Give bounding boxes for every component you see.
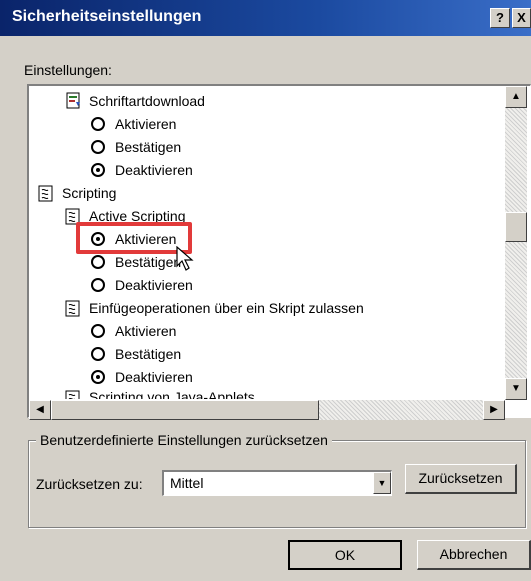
settings-label: Einstellungen: (24, 62, 112, 78)
radio-button[interactable] (91, 347, 105, 361)
tree-group-einfuegeoperationen[interactable]: Einfügeoperationen über ein Skript zulas… (64, 297, 364, 319)
script-icon (64, 299, 82, 317)
reset-level-value: Mittel (170, 475, 204, 491)
vertical-scroll-thumb[interactable] (505, 212, 527, 242)
cancel-button[interactable]: Abbrechen (417, 540, 531, 570)
option-deaktivieren[interactable]: Deaktivieren (91, 274, 193, 296)
reset-level-select[interactable]: Mittel ▼ (162, 470, 392, 496)
script-icon (37, 184, 55, 202)
reset-group-legend: Benutzerdefinierte Einstellungen zurücks… (36, 432, 332, 448)
scroll-down-button[interactable]: ▼ (505, 378, 527, 400)
radio-button[interactable] (91, 278, 105, 292)
option-deaktivieren[interactable]: Deaktivieren (91, 159, 193, 181)
vertical-scrollbar[interactable] (505, 86, 527, 400)
option-bestaetigen[interactable]: Bestätigen (91, 136, 181, 158)
horizontal-scroll-thumb[interactable] (51, 400, 319, 420)
option-label: Deaktivieren (115, 369, 193, 385)
tree-label: Schriftartdownload (89, 93, 205, 109)
ok-button[interactable]: OK (288, 540, 402, 570)
scroll-right-button[interactable]: ▶ (483, 400, 505, 420)
reset-to-label: Zurücksetzen zu: (36, 476, 143, 492)
option-aktivieren[interactable]: Aktivieren (91, 113, 176, 135)
option-label: Deaktivieren (115, 277, 193, 293)
download-icon (64, 92, 82, 110)
mouse-cursor-icon (176, 246, 194, 271)
tree-category-scripting[interactable]: Scripting (37, 182, 116, 204)
option-deaktivieren[interactable]: Deaktivieren (91, 366, 193, 388)
tree-label: Scripting (62, 185, 117, 201)
option-label: Bestätigen (115, 346, 182, 362)
option-label: Aktivieren (115, 323, 177, 339)
help-button[interactable]: ? (490, 8, 510, 28)
reset-button[interactable]: Zurücksetzen (405, 464, 517, 494)
option-label: Bestätigen (115, 254, 182, 270)
option-label: Deaktivieren (115, 162, 193, 178)
option-bestaetigen[interactable]: Bestätigen (91, 251, 181, 273)
window-title: Sicherheitseinstellungen (12, 8, 202, 25)
option-aktivieren[interactable]: Aktivieren (91, 320, 176, 342)
tree-group-schriftartdownload[interactable]: Schriftartdownload (64, 90, 205, 112)
radio-button-selected[interactable] (91, 370, 105, 384)
tree-label: Scripting von Java-Applets (89, 389, 255, 399)
option-label: Bestätigen (115, 139, 182, 155)
option-bestaetigen[interactable]: Bestätigen (91, 343, 181, 365)
option-label: Aktivieren (115, 116, 177, 132)
radio-button-selected[interactable] (91, 163, 105, 177)
tree-label: Einfügeoperationen über ein Skript zulas… (89, 300, 364, 316)
tree-group-java-applets[interactable]: Scripting von Java-Applets (64, 389, 255, 399)
radio-button[interactable] (91, 324, 105, 338)
radio-button[interactable] (91, 117, 105, 131)
radio-button[interactable] (91, 140, 105, 154)
scroll-up-button[interactable]: ▲ (505, 86, 527, 108)
radio-button[interactable] (91, 255, 105, 269)
script-icon (64, 389, 82, 399)
highlight-box (76, 222, 192, 254)
title-bar: Sicherheitseinstellungen ? X (0, 0, 531, 36)
close-button[interactable]: X (512, 8, 531, 28)
scroll-left-button[interactable]: ◀ (29, 400, 51, 420)
chevron-down-icon[interactable]: ▼ (373, 472, 391, 494)
